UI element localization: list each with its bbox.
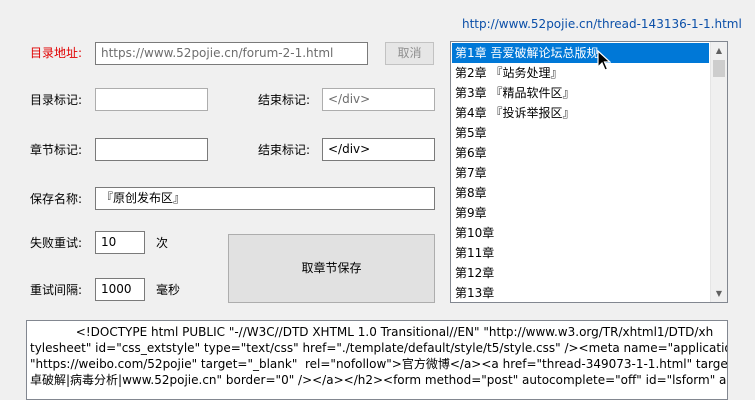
chapter-list-item[interactable]: 第3章 『精品软件区』 [452,83,709,103]
dir-address-label: 目录地址: [30,46,83,60]
dir-address-input[interactable]: https://www.52pojie.cn/forum-2-1.html [95,42,368,65]
chapter-list-item[interactable]: 第8章 [452,183,709,203]
chapter-end-label: 结束标记: [258,143,311,157]
interval-unit-label: 毫秒 [156,283,181,297]
cancel-button[interactable]: 取消 [385,42,434,65]
scroll-thumb[interactable] [713,60,725,77]
chapter-mark-label: 章节标记: [30,143,83,157]
chapter-list-scrollbar[interactable]: ▲ ▼ [710,42,727,302]
retry-unit-label: 次 [156,236,169,250]
source-text-line: "https://weibo.com/52pojie" target="_bla… [30,357,728,371]
fetch-chapters-save-button[interactable]: 取章节保存 [228,234,435,303]
chapter-list-item[interactable]: 第13章 [452,283,709,302]
source-text-line: <!DOCTYPE html PUBLIC "-//W3C//DTD XHTML… [30,325,714,339]
mouse-pointer-icon [597,50,611,71]
thread-link[interactable]: http://www.52pojie.cn/thread-143136-1-1.… [462,17,742,31]
chapter-mark-input[interactable] [95,138,208,161]
chapter-list-item[interactable]: 第10章 [452,223,709,243]
source-text-line: tylesheet" id="css_extstyle" type="text/… [30,341,728,355]
chapter-list-item[interactable]: 第1章 吾爱破解论坛总版规 [452,43,709,63]
chapter-list-item[interactable]: 第9章 [452,203,709,223]
chapter-list-item[interactable]: 第7章 [452,163,709,183]
chapter-list-item[interactable]: 第6章 [452,143,709,163]
retry-label: 失败重试: [30,236,83,250]
scroll-down-icon[interactable]: ▼ [711,285,727,302]
interval-label: 重试间隔: [30,283,83,297]
dir-end-label: 结束标记: [258,93,311,107]
chapter-list-item[interactable]: 第5章 [452,123,709,143]
interval-input[interactable]: 1000 [95,278,145,301]
scroll-up-icon[interactable]: ▲ [711,42,727,59]
save-name-input[interactable]: 『原创发布区』 [95,187,435,210]
save-name-label: 保存名称: [30,192,83,206]
chapter-list-item[interactable]: 第11章 [452,243,709,263]
dir-mark-input[interactable] [95,88,208,111]
retry-input[interactable]: 10 [95,231,145,254]
chapter-list-item[interactable]: 第12章 [452,263,709,283]
dir-mark-label: 目录标记: [30,93,83,107]
chapter-end-input[interactable]: </div> [322,138,435,161]
source-text-area[interactable]: <!DOCTYPE html PUBLIC "-//W3C//DTD XHTML… [26,320,728,400]
chapter-list-item[interactable]: 第4章 『投诉举报区』 [452,103,709,123]
chapter-list[interactable]: 第1章 吾爱破解论坛总版规 第2章 『站务处理』 第3章 『精品软件区』 第4章 『投… [450,41,728,303]
source-text-line: 卓破解|病毒分析|www.52pojie.cn" border="0" /></… [30,373,728,387]
dir-end-input[interactable]: </div> [322,88,435,111]
chapter-list-item[interactable]: 第2章 『站务处理』 [452,63,709,83]
